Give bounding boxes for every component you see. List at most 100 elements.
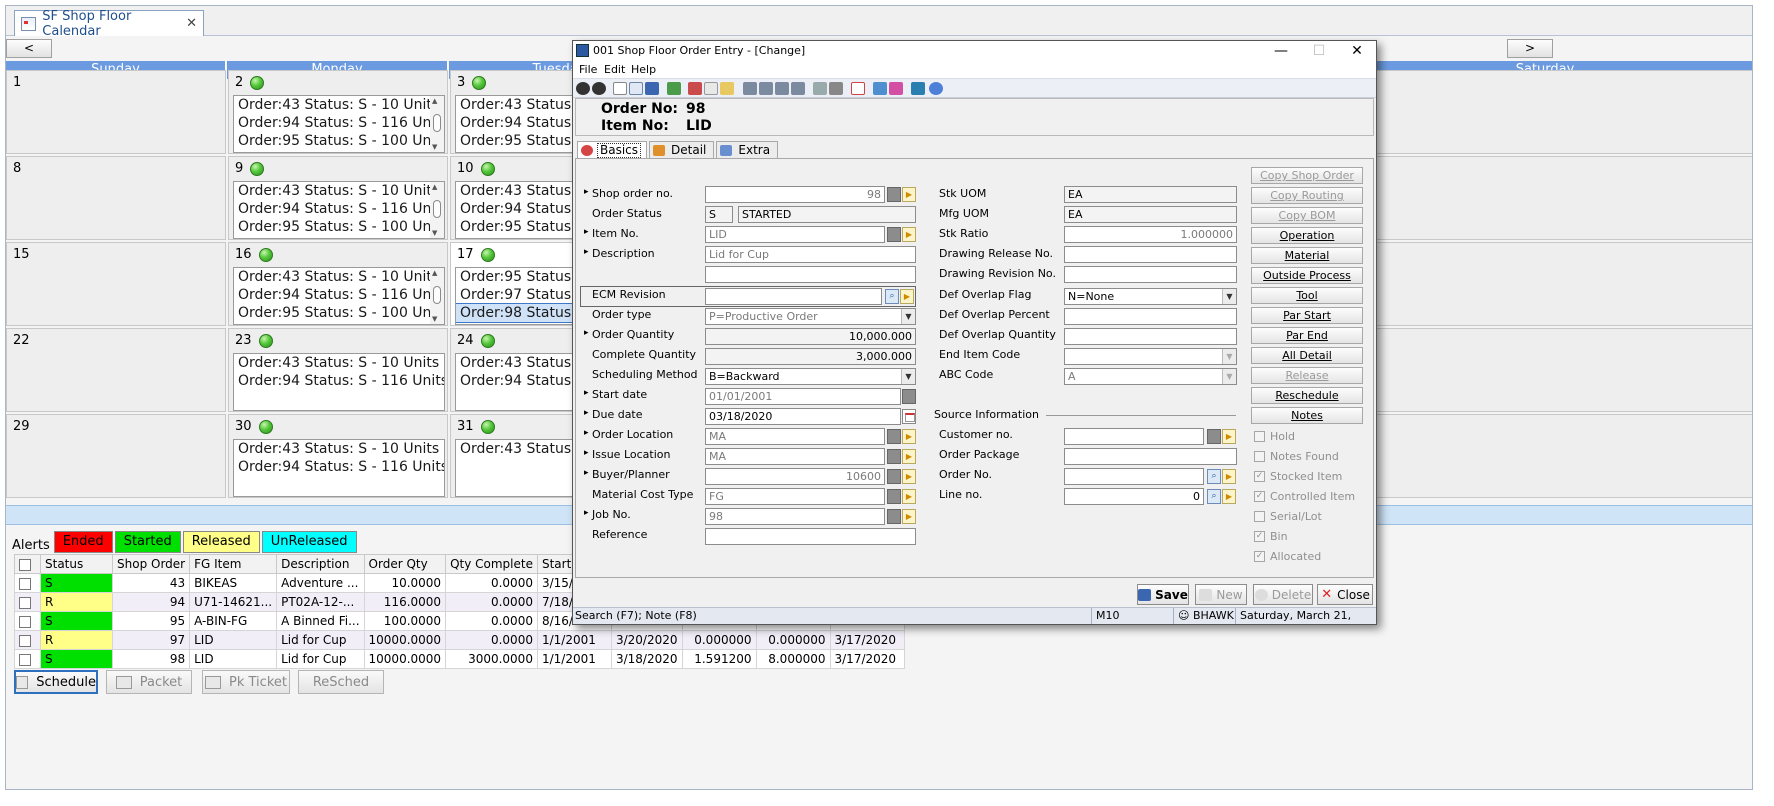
menu-help[interactable]: Help [631,63,656,76]
chevron-down-icon[interactable]: ▼ [1222,349,1236,364]
menu-edit[interactable]: Edit [604,63,625,76]
order-entry[interactable]: Order:43 Status: S - 10 Units [234,440,444,458]
day-cell[interactable]: 22 [6,328,226,412]
scroll-thumb[interactable] [433,114,441,132]
shop-order-no-field[interactable]: 98 [705,186,885,203]
lookup-arrow-icon[interactable]: ▶ [902,429,916,444]
copy-routing-button[interactable]: Copy Routing [1251,187,1363,204]
item-no-field[interactable]: LID [705,226,885,243]
delete-button[interactable]: Delete [1253,584,1313,605]
source-order-no-field[interactable] [1064,468,1204,485]
dialog-titlebar[interactable]: 001 Shop Floor Order Entry - [Change] — … [573,41,1376,61]
search-icon[interactable]: ⌕ [1207,489,1221,504]
order-quantity-field[interactable]: 10,000.000 [705,328,916,345]
lookup-arrow-icon[interactable]: ▶ [900,289,914,304]
outside-process-button[interactable]: Outside Process [1251,267,1363,284]
lookup-arrow-icon[interactable]: ▶ [902,489,916,504]
zoom-square-icon[interactable] [887,227,901,242]
day-cell[interactable]: 15 [6,242,226,326]
grid-header[interactable]: Qty Complete [445,554,538,574]
zoom-square-icon[interactable] [887,509,901,524]
day-cell[interactable]: 29 [6,414,226,498]
scroll-up-icon[interactable]: ▲ [432,97,437,105]
checkbox-box[interactable] [1254,511,1265,522]
order-entry[interactable]: Order:94 Status: S - 116 Units [234,114,444,132]
save-icon[interactable] [645,82,659,95]
checkmark-icon[interactable]: ✓ [1254,551,1265,562]
order-entry[interactable]: Order:94 Status: S - 116 Units [234,372,444,390]
undo-icon[interactable] [667,82,681,95]
day-cell[interactable]: 2 Order:43 Status: S - 10 Units Order:94… [228,70,448,154]
first-record-icon[interactable] [743,82,757,95]
scroll-thumb[interactable] [433,286,441,304]
notes-found-checkbox[interactable]: Notes Found [1254,450,1339,463]
filter-tab-ended[interactable]: Ended [53,531,113,553]
order-entry[interactable]: Order:94 Status: S - 116 Units [234,286,444,304]
help-icon[interactable] [929,82,943,95]
issue-location-field[interactable]: MA [705,448,885,465]
order-entry[interactable]: Order:94 Status: S - 116 Units [234,200,444,218]
start-date-field[interactable]: 01/01/2001 [705,388,901,405]
lookup-arrow-icon[interactable]: ▶ [902,469,916,484]
checkmark-icon[interactable]: ✓ [1254,491,1265,502]
serial-lot-checkbox[interactable]: Serial/Lot [1254,510,1322,523]
grid-header[interactable]: Shop Order [111,554,191,574]
order-location-field[interactable]: MA [705,428,885,445]
checkbox-box[interactable] [1254,431,1265,442]
paste-icon[interactable] [720,82,734,95]
calendar-icon[interactable] [902,409,916,424]
day-cell[interactable] [1336,328,1752,412]
description-field[interactable]: Lid for Cup [705,246,916,263]
open-icon[interactable] [629,82,643,95]
next-record-icon[interactable] [775,82,789,95]
chevron-down-icon[interactable]: ▼ [901,309,915,324]
scroll-thumb[interactable] [433,200,441,218]
zoom-square-icon[interactable] [887,449,901,464]
line-no-field[interactable]: 0 [1064,488,1204,505]
scroll-down-icon[interactable]: ▼ [432,143,437,151]
save-button[interactable]: Save [1137,584,1189,605]
chevron-down-icon[interactable]: ▼ [1222,369,1236,384]
zoom-square-icon[interactable] [887,187,901,202]
zoom-square-icon[interactable] [887,489,901,504]
scroll-up-icon[interactable]: ▲ [432,183,437,191]
bin-checkbox[interactable]: ✓ Bin [1254,530,1288,543]
back-icon[interactable] [576,82,590,95]
stocked-item-checkbox[interactable]: ✓ Stocked Item [1254,470,1342,483]
order-list[interactable]: Order:43 Status: S - 10 Units Order:94 S… [233,267,445,325]
row-checkbox[interactable] [19,577,31,590]
all-detail-button[interactable]: All Detail [1251,347,1363,364]
last-record-icon[interactable] [791,82,805,95]
drawing-revision-field[interactable] [1064,266,1237,283]
table-row[interactable]: S 98 LID Lid for Cup 10000.0000 3000.000… [14,649,905,669]
tab-extra[interactable]: Extra [716,141,779,159]
packet-button[interactable]: Packet [106,670,192,694]
filter-tab-started[interactable]: Started [114,531,181,553]
print-preview-icon[interactable] [813,82,827,95]
operation-button[interactable]: Operation [1251,227,1363,244]
prev-month-button[interactable]: < [6,39,52,58]
checkmark-icon[interactable]: ✓ [1254,531,1265,542]
day-cell[interactable]: 23 Order:43 Status: S - 10 Units Order:9… [228,328,448,412]
order-entry[interactable]: Order:95 Status: S - 100 Units [234,304,444,322]
order-list-scrollbar[interactable]: ▲ ▼ [430,182,444,238]
order-list[interactable]: Order:43 Status: S - 10 Units Order:94 S… [233,353,445,411]
day-cell[interactable] [1336,414,1752,498]
order-list[interactable]: Order:43 Status: S - 10 Units Order:94 S… [233,439,445,497]
chevron-down-icon[interactable]: ▼ [901,369,915,384]
day-cell[interactable] [1336,156,1752,240]
lookup-arrow-icon[interactable]: ▶ [1222,469,1236,484]
search-icon[interactable]: ⌕ [885,289,899,304]
grid-header[interactable]: Order Qty [363,554,447,574]
table-row[interactable]: R 97 LID Lid for Cup 10000.0000 0.0000 1… [14,630,905,650]
schedule-button[interactable]: Schedule [14,670,98,694]
checkbox-box[interactable] [1254,451,1265,462]
stk-ratio-field[interactable]: 1.000000 [1064,226,1237,243]
chevron-down-icon[interactable]: ▼ [1222,289,1236,304]
day-cell[interactable]: 16 Order:43 Status: S - 10 Units Order:9… [228,242,448,326]
scroll-down-icon[interactable]: ▼ [432,315,437,323]
lookup-arrow-icon[interactable]: ▶ [902,449,916,464]
order-entry[interactable]: Order:43 Status: S - 10 Units [234,354,444,372]
grid-header[interactable]: FG Item [189,554,278,574]
tab-detail[interactable]: Detail [649,141,715,159]
